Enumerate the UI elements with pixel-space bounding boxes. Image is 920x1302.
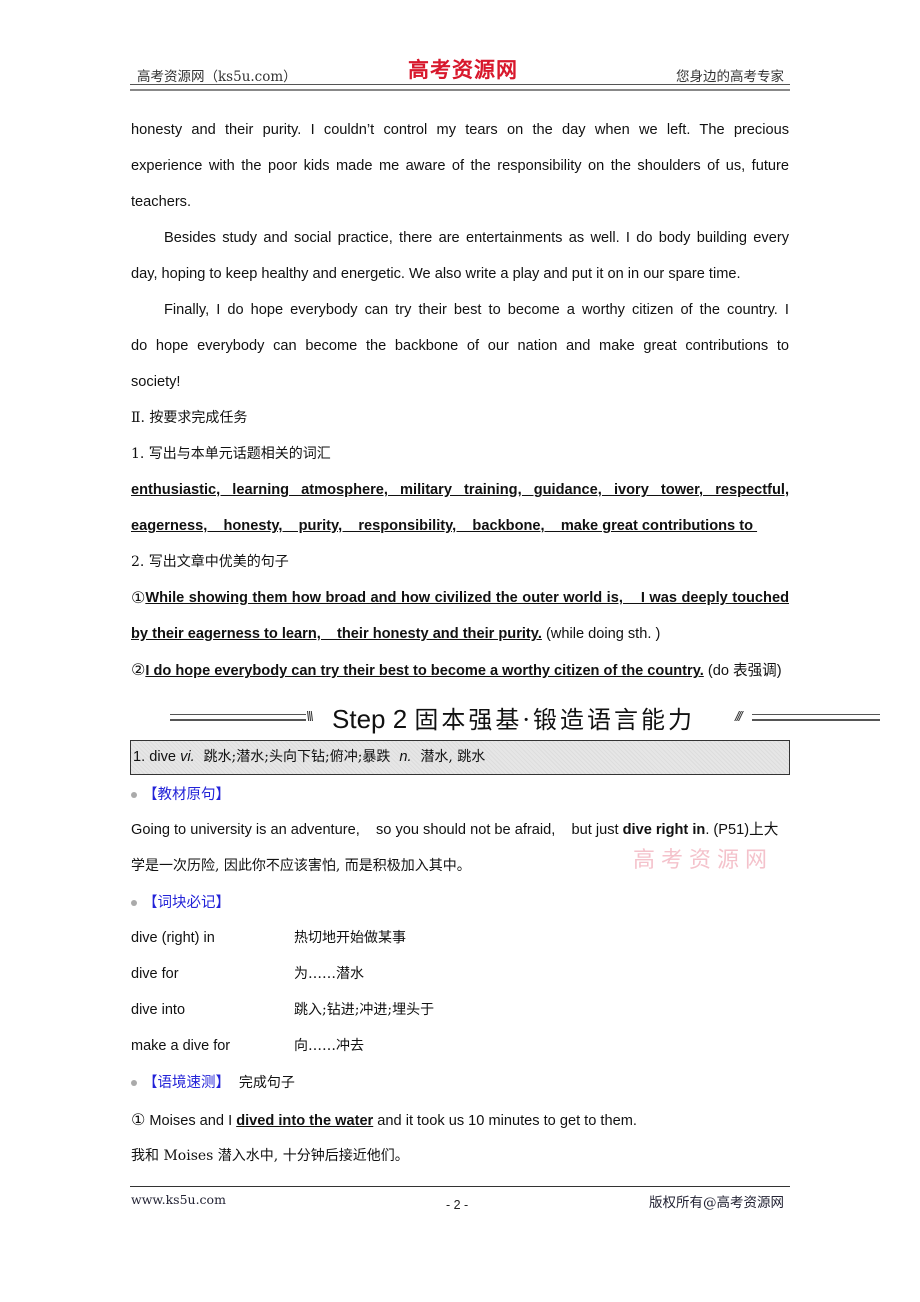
task-q2-label: 2. 写出文章中优美的句子: [131, 554, 289, 570]
quiz-heading: 【语境速测】 完成句子: [131, 1068, 295, 1098]
sentence2-note: (do 表强调): [703, 663, 782, 679]
quiz-item1-text: Moises and I: [145, 1113, 237, 1129]
phrase-en: make a dive for: [131, 1038, 231, 1054]
vocab-line2: eagerness, honesty, purity, responsibili…: [131, 518, 758, 534]
phrase-cn: 向……冲去: [294, 1038, 364, 1054]
word-pos-verb: vi.: [180, 749, 195, 765]
sentence1-line1: While showing them how broad and how civ…: [145, 590, 789, 606]
textbook-sentence-label: 【教材原句】: [143, 787, 230, 803]
sentence2-row: ②I do hope everybody can try their best …: [131, 652, 789, 688]
textbook-sentence-text: Going to university is an adventure, so …: [131, 822, 623, 838]
sentence1-marker: ①: [131, 588, 146, 607]
sentence1-line2: by their eagerness to learn, their hones…: [131, 626, 542, 642]
task-heading: Ⅱ. 按要求完成任务: [131, 410, 248, 426]
banner-title: Step 2 固本强基·锻造语言能力: [332, 700, 695, 735]
sentence2-text: I do hope everybody can try their best t…: [145, 663, 704, 679]
sentence1-note: (while doing sth. ): [541, 626, 661, 642]
textbook-sentence-ref: . (P51)上大: [705, 822, 779, 838]
textbook-sentence-heading: 【教材原句】: [131, 780, 230, 810]
header-slogan: 您身边的高考专家: [676, 69, 784, 85]
banner-left-deco: \\\: [306, 708, 314, 724]
quiz-item1-marker: ①: [131, 1110, 146, 1129]
quiz-instruction: 完成句子: [230, 1075, 295, 1091]
sentence2-marker: ②: [131, 660, 146, 679]
word-pos-noun: n.: [399, 749, 412, 765]
bullet-icon: [131, 1080, 137, 1087]
bullet-icon: [131, 900, 137, 907]
vocab-line1: enthusiastic, learning atmosphere, milit…: [131, 482, 789, 498]
quiz-item1-answer: dived into the water: [236, 1113, 374, 1129]
footer-copyright: 版权所有@高考资源网: [649, 1195, 784, 1211]
banner-right-rule: [752, 714, 880, 721]
phrase-cn: 热切地开始做某事: [294, 930, 406, 946]
banner-step-title: 固本强基·锻造语言能力: [414, 706, 696, 734]
passage-para3-line3: society!: [131, 374, 181, 390]
footer-divider: [130, 1186, 790, 1187]
textbook-sentence-bold: dive right in: [622, 822, 706, 838]
task-q1-label: 1. 写出与本单元话题相关的词汇: [131, 446, 331, 462]
bullet-icon: [131, 792, 137, 799]
quiz-item1-rest: and it took us 10 minutes to get to them…: [373, 1113, 637, 1129]
banner-step: Step 2: [332, 704, 408, 734]
phrase-en: dive (right) in: [131, 930, 215, 946]
phrase-cn: 为……潜水: [294, 966, 364, 982]
quiz-item1: ① Moises and I dived into the water and …: [131, 1102, 789, 1138]
quiz-label: 【语境速测】: [143, 1075, 230, 1091]
passage-para2-line2: day, hoping to keep healthy and energeti…: [131, 266, 741, 282]
word-meaning-verb: 跳水;潜水;头向下钻;俯冲;暴跌: [194, 749, 400, 765]
word-headword: 1. dive: [133, 749, 181, 765]
passage-para1-line3: teachers.: [131, 194, 192, 210]
passage-para1-line1: honesty and their purity. I couldn’t con…: [131, 122, 789, 138]
header-divider: [130, 84, 790, 91]
passage-para3-line1: Finally, I do hope everybody can try the…: [164, 302, 789, 318]
banner-left-rule: [170, 714, 306, 721]
phrase-cn: 跳入;钻进;冲进;埋头于: [294, 1002, 435, 1018]
passage-para2-line1: Besides study and social practice, there…: [164, 230, 789, 246]
quiz-item1-translation: 我和 Moises 潜入水中, 十分钟后接近他们。: [131, 1148, 409, 1164]
sentence1-line1-row: ① While showing them how broad and how c…: [131, 580, 789, 616]
phrases-heading: 【词块必记】: [131, 888, 230, 918]
sentence1-line2-row: by their eagerness to learn, their hones…: [131, 616, 789, 652]
page-number: - 2 -: [446, 1198, 469, 1212]
footer-website-link[interactable]: www.ks5u.com: [131, 1192, 226, 1207]
header-logo: 高考资源网: [408, 57, 518, 82]
phrase-en: dive into: [131, 1002, 186, 1018]
phrase-en: dive for: [131, 966, 179, 982]
step-banner: \\\ Step 2 固本强基·锻造语言能力 ///: [170, 700, 880, 734]
word-meaning-noun: 潜水, 跳水: [411, 749, 486, 765]
header-site-name: 高考资源网（ks5u.com）: [137, 69, 297, 85]
watermark: 高考资源网: [633, 848, 774, 873]
word-entry-box: 1. dive vi. 跳水;潜水;头向下钻;俯冲;暴跌 n. 潜水, 跳水: [130, 740, 790, 775]
phrases-label: 【词块必记】: [143, 895, 230, 911]
banner-right-deco: ///: [735, 708, 743, 724]
passage-para3-line2: do hope everybody can become the backbon…: [131, 338, 789, 354]
passage-para1-line2: experience with the poor kids made me aw…: [131, 158, 789, 174]
